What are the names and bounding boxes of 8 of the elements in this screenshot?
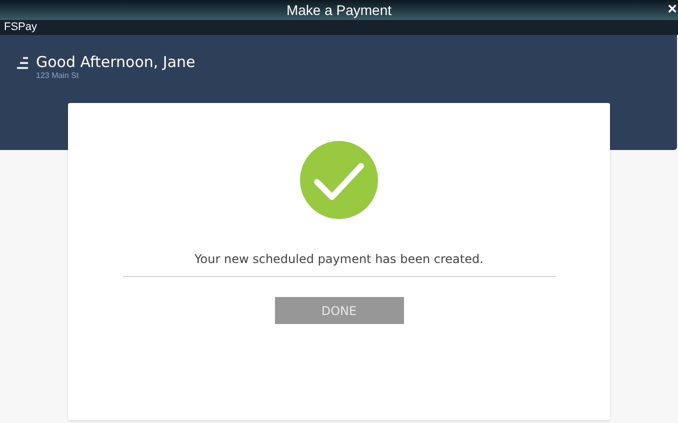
app-name: FSPay [4, 22, 38, 33]
greeting: Good Afternoon, Jane [36, 53, 196, 71]
check-icon [300, 141, 378, 219]
window-title: Make a Payment [286, 3, 392, 17]
close-button[interactable]: × [668, 2, 677, 18]
address: 123 Main St [36, 71, 80, 81]
confirmation-message: Your new scheduled payment has been created. [194, 251, 484, 267]
menu-icon[interactable] [17, 57, 28, 70]
